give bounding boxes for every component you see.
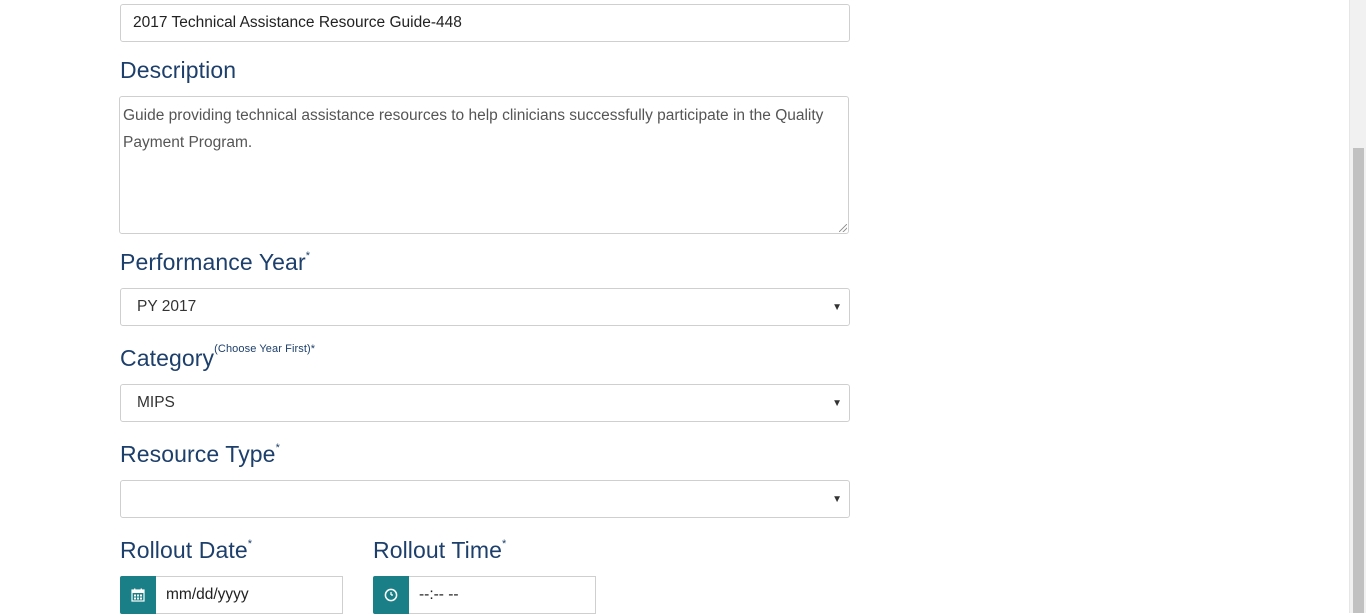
required-marker: * xyxy=(247,538,253,551)
category-hint: (Choose Year First)* xyxy=(214,343,316,356)
resource-type-select[interactable]: ▼ xyxy=(120,480,850,518)
rollout-time-group: --:-- -- xyxy=(373,576,596,614)
description-value: Guide providing technical assistance res… xyxy=(123,107,824,151)
caret-down-icon: ▼ xyxy=(832,301,842,313)
rollout-date-placeholder: mm/dd/yyyy xyxy=(166,586,249,603)
category-selected: MIPS xyxy=(137,394,175,411)
performance-year-selected: PY 2017 xyxy=(137,298,197,315)
category-label: Category(Choose Year First)* xyxy=(120,343,316,372)
performance-year-label: Performance Year* xyxy=(120,249,310,276)
rollout-time-input[interactable]: --:-- -- xyxy=(409,576,596,614)
performance-year-label-text: Performance Year xyxy=(120,249,306,275)
scrollbar-thumb[interactable] xyxy=(1353,148,1364,613)
rollout-time-label: Rollout Time* xyxy=(373,537,506,564)
performance-year-select[interactable]: PY 2017 ▼ xyxy=(120,288,850,326)
page-scrollbar[interactable] xyxy=(1349,0,1366,613)
title-input[interactable]: 2017 Technical Assistance Resource Guide… xyxy=(120,4,850,42)
resource-type-label: Resource Type* xyxy=(120,441,280,468)
rollout-date-group: mm/dd/yyyy xyxy=(120,576,343,614)
rollout-date-label-text: Rollout Date xyxy=(120,537,248,563)
clock-icon[interactable] xyxy=(373,576,409,614)
description-label-text: Description xyxy=(120,57,237,83)
category-select[interactable]: MIPS ▼ xyxy=(120,384,850,422)
category-label-text: Category xyxy=(120,345,215,371)
caret-down-icon: ▼ xyxy=(832,397,842,409)
resource-type-label-text: Resource Type xyxy=(120,441,276,467)
title-input-value: 2017 Technical Assistance Resource Guide… xyxy=(133,14,462,31)
required-marker: * xyxy=(275,442,280,455)
rollout-time-label-text: Rollout Time xyxy=(373,537,503,563)
rollout-time-placeholder: --:-- -- xyxy=(419,586,459,603)
caret-down-icon: ▼ xyxy=(832,493,842,505)
calendar-icon[interactable] xyxy=(120,576,156,614)
rollout-date-label: Rollout Date* xyxy=(120,537,252,564)
description-textarea[interactable]: Guide providing technical assistance res… xyxy=(119,96,849,234)
resize-grip-icon[interactable] xyxy=(839,224,847,232)
required-marker: * xyxy=(305,250,311,263)
required-marker: * xyxy=(502,538,507,551)
rollout-date-input[interactable]: mm/dd/yyyy xyxy=(156,576,343,614)
description-label: Description xyxy=(120,57,236,84)
